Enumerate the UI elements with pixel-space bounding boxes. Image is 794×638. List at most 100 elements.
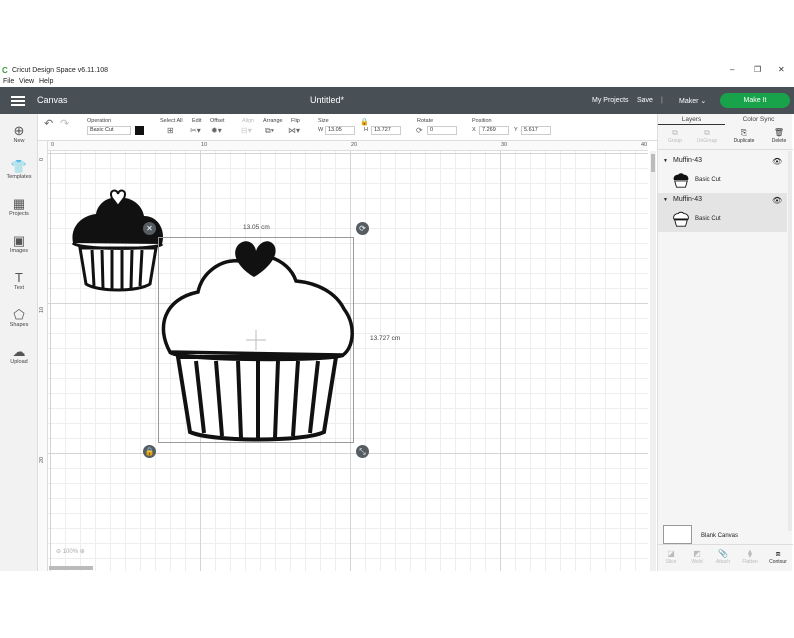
- document-title: Untitled*: [310, 95, 345, 105]
- y-label: Y: [514, 127, 518, 133]
- flip-icon[interactable]: ⋈▾: [288, 126, 300, 135]
- group-button[interactable]: ⧉ Group: [660, 128, 690, 144]
- sidebar-item-templates[interactable]: 👕 Templates: [0, 159, 38, 181]
- layer-group[interactable]: ▼ Muffin-43 👁 Basic Cut: [658, 154, 787, 193]
- y-value: 5.617: [524, 127, 538, 133]
- lock-icon[interactable]: 🔒: [360, 118, 369, 127]
- sidebar-item-new[interactable]: ⊕ New: [0, 123, 38, 145]
- offset-icon[interactable]: ✹▾: [211, 126, 222, 135]
- zoom-control[interactable]: ⊖ 100% ⊕: [56, 548, 85, 555]
- collapse-triangle-icon[interactable]: ▼: [663, 197, 668, 203]
- slice-button[interactable]: ◪ Slice: [658, 549, 684, 565]
- x-input[interactable]: 7.269: [479, 126, 509, 135]
- layer-actions: ⧉ Group ⧉ UnGroup ⎘ Duplicate 🗑 Delete: [658, 126, 793, 150]
- select-all-icon[interactable]: ⊞: [167, 126, 174, 135]
- chevron-down-icon: ⌄: [700, 98, 707, 105]
- sidebar-item-text[interactable]: T Text: [0, 271, 38, 292]
- minimize-button[interactable]: –: [730, 65, 734, 74]
- tab-layers[interactable]: Layers: [658, 114, 725, 125]
- attach-icon: 📎: [718, 549, 728, 558]
- menu-file[interactable]: File: [3, 78, 14, 85]
- collapse-triangle-icon[interactable]: ▼: [663, 158, 668, 164]
- flip-label: Flip: [291, 118, 300, 124]
- sidebar-item-images[interactable]: ▣ Images: [0, 234, 38, 255]
- flatten-button[interactable]: ⧫ Flatten: [736, 549, 764, 565]
- ruler-tick: 0: [51, 142, 55, 148]
- lock-handle-icon[interactable]: 🔒: [143, 445, 156, 458]
- attach-label: Attach: [715, 559, 731, 565]
- canvas-vertical-scrollbar[interactable]: [650, 151, 656, 571]
- weld-button[interactable]: ◩ Weld: [684, 549, 710, 565]
- align-icon[interactable]: ⊟▾: [241, 126, 252, 135]
- close-window-button[interactable]: ✕: [778, 65, 785, 74]
- layer-group-name: Muffin-43: [673, 157, 703, 164]
- duplicate-button[interactable]: ⎘ Duplicate: [729, 128, 759, 144]
- y-input[interactable]: 5.617: [521, 126, 551, 135]
- ruler-tick: 20: [39, 456, 45, 463]
- ruler-tick: 40: [641, 142, 648, 148]
- sidebar-item-label: Shapes: [9, 322, 29, 328]
- menu-bar: File View Help: [0, 77, 794, 87]
- sidebar-item-label: Projects: [9, 211, 29, 217]
- flatten-icon: ⧫: [748, 549, 752, 558]
- scissors-icon[interactable]: ✂▾: [190, 126, 201, 135]
- duplicate-icon: ⎘: [740, 128, 748, 137]
- ungroup-button[interactable]: ⧉ UnGroup: [692, 128, 722, 144]
- contour-button[interactable]: ⧈ Contour: [764, 549, 792, 565]
- arrange-label: Arrange: [263, 118, 283, 124]
- attach-button[interactable]: 📎 Attach: [710, 549, 736, 565]
- menu-help[interactable]: Help: [39, 78, 53, 85]
- flatten-label: Flatten: [742, 559, 758, 565]
- layers-panel: Layers Color Sync ⧉ Group ⧉ UnGroup ⎘ Dupli…: [657, 114, 793, 571]
- ruler-tick: 10: [201, 142, 208, 148]
- weld-label: Weld: [691, 559, 703, 565]
- contour-label: Contour: [769, 559, 787, 565]
- maximize-button[interactable]: ❐: [754, 65, 761, 74]
- group-icon: ⧉: [672, 128, 678, 137]
- layer-name: Basic Cut: [695, 216, 721, 222]
- arrange-icon[interactable]: ⧉▾: [265, 126, 274, 135]
- undo-icon[interactable]: ↶: [44, 119, 53, 130]
- sidebar-item-upload[interactable]: ☁ Upload: [0, 345, 38, 366]
- rotate-input[interactable]: 0: [427, 126, 457, 135]
- layer-thumbnail: [673, 173, 689, 188]
- resize-handle-icon[interactable]: ⤡: [356, 445, 369, 458]
- delete-handle-icon[interactable]: ✕: [143, 222, 156, 235]
- shirt-icon: 👕: [10, 159, 28, 174]
- panel-scrollbar[interactable]: [788, 151, 792, 531]
- panel-tabs: Layers Color Sync: [658, 114, 793, 125]
- slice-label: Slice: [665, 559, 677, 565]
- my-projects-link[interactable]: My Projects: [592, 97, 629, 104]
- menu-view[interactable]: View: [19, 78, 34, 85]
- small-cupcake-image[interactable]: [68, 188, 168, 292]
- save-link[interactable]: Save: [637, 97, 653, 104]
- operation-select[interactable]: Basic Cut: [87, 126, 131, 135]
- blank-canvas-swatch[interactable]: [663, 525, 692, 544]
- color-swatch[interactable]: [135, 126, 144, 135]
- make-it-button[interactable]: Make It: [720, 93, 790, 108]
- plus-icon: ⊕: [13, 123, 25, 138]
- sidebar-item-shapes[interactable]: ⬠ Shapes: [0, 308, 38, 329]
- layer-group-selected[interactable]: ▼ Muffin-43 👁 Basic Cut: [658, 193, 787, 232]
- delete-button[interactable]: 🗑 Delete: [764, 128, 794, 144]
- large-cupcake-image[interactable]: [158, 237, 354, 443]
- width-input[interactable]: 13.05: [325, 126, 355, 135]
- eye-icon[interactable]: 👁: [772, 196, 782, 205]
- sidebar-item-projects[interactable]: ▦ Projects: [0, 197, 38, 218]
- slice-icon: ◪: [667, 549, 675, 558]
- zoom-value: 100%: [62, 549, 79, 555]
- rotate-icon: ⟳: [416, 126, 423, 135]
- machine-label: Maker: [679, 98, 699, 105]
- hamburger-menu-icon[interactable]: [11, 96, 25, 106]
- eye-icon[interactable]: 👁: [772, 157, 782, 166]
- height-input[interactable]: 13.727: [371, 126, 401, 135]
- machine-select[interactable]: Maker ⌄: [679, 97, 706, 105]
- canvas-horizontal-scrollbar[interactable]: [49, 566, 93, 570]
- select-all-label: Select All: [160, 118, 183, 124]
- redo-icon[interactable]: ↷: [60, 119, 69, 130]
- tab-color-sync[interactable]: Color Sync: [725, 114, 792, 125]
- group-label: Group: [668, 138, 682, 144]
- rotate-handle-icon[interactable]: ⟳: [356, 222, 369, 235]
- edit-toolbar: ↶ ↷ Operation Basic Cut Select All ⊞ Edi…: [38, 114, 657, 141]
- left-sidebar: ⊕ New 👕 Templates ▦ Projects ▣ Images T …: [0, 114, 38, 571]
